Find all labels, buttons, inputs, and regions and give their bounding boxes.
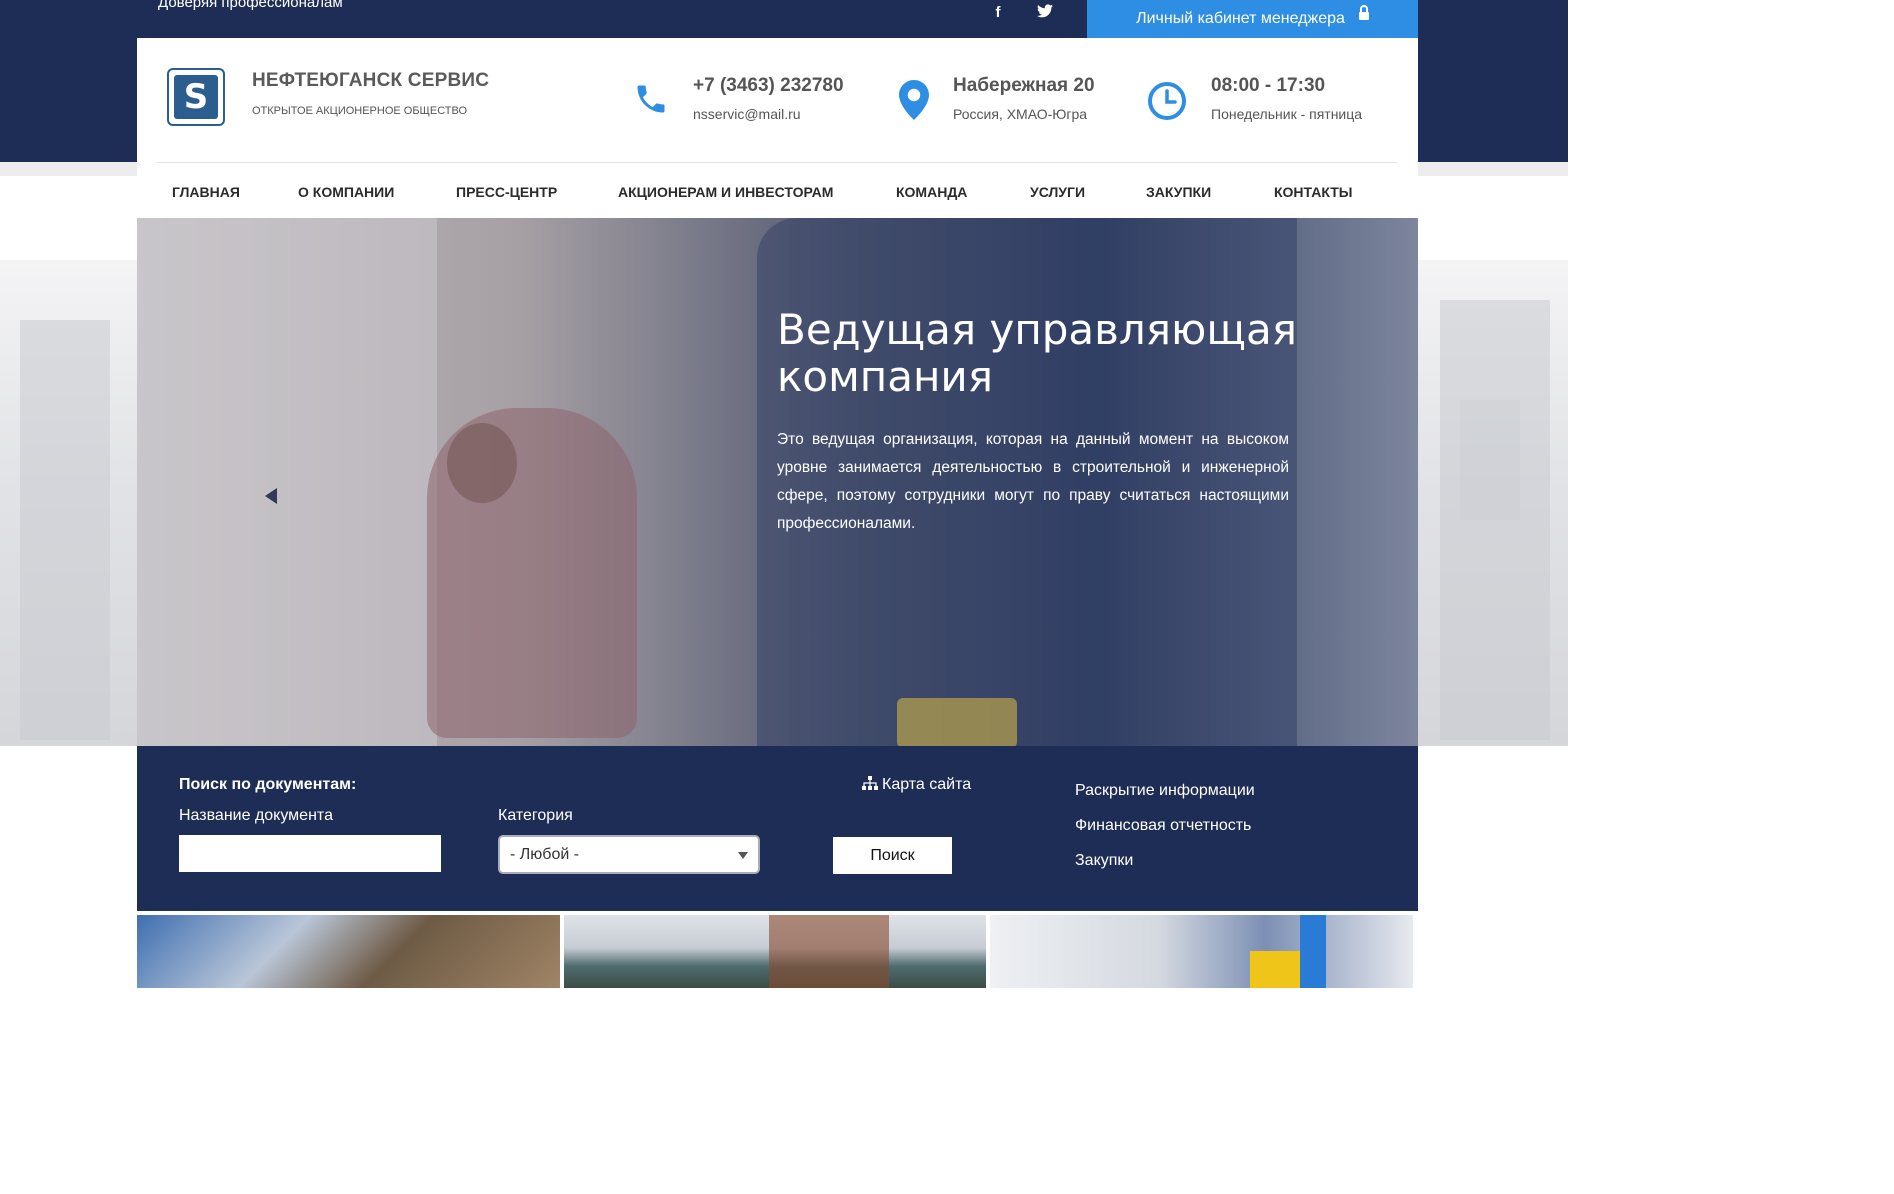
nav-shareholders[interactable]: АКЦИОНЕРАМ И ИНВЕСТОРАМ xyxy=(618,184,833,200)
working-days: Понедельник - пятница xyxy=(1211,106,1363,122)
logo-letter: S xyxy=(174,75,218,119)
phone-icon xyxy=(637,85,665,113)
header-card: S НЕФТЕЮГАНСК СЕРВИС ОТКРЫТОЕ АКЦИОНЕРНО… xyxy=(137,38,1418,218)
category-label: Категория xyxy=(498,807,573,824)
email-address[interactable]: nsservic@mail.ru xyxy=(693,106,801,122)
document-name-label: Название документа xyxy=(179,807,333,824)
clock-icon xyxy=(1148,82,1186,120)
twitter-icon[interactable] xyxy=(1035,4,1055,22)
service-thumbnail-1[interactable] xyxy=(137,915,560,988)
facebook-icon[interactable]: f xyxy=(988,4,1008,21)
procurement-link[interactable]: Закупки xyxy=(1075,852,1133,870)
company-subtitle: ОТКРЫТОЕ АКЦИОНЕРНОЕ ОБЩЕСТВО xyxy=(252,105,468,117)
company-name: НЕФТЕЮГАНСК СЕРВИС xyxy=(252,70,490,91)
document-search-panel: Поиск по документам: Название документа … xyxy=(137,746,1418,911)
lock-icon xyxy=(1358,5,1369,23)
sitemap-label: Карта сайта xyxy=(882,776,972,793)
manager-cabinet-label: Личный кабинет менеджера xyxy=(1136,10,1345,27)
slider-prev-arrow-icon[interactable] xyxy=(265,488,277,504)
service-thumbnail-2[interactable] xyxy=(564,915,986,988)
sitemap-link[interactable]: Карта сайта xyxy=(862,776,971,794)
service-thumbnail-3[interactable] xyxy=(990,915,1413,988)
chevron-down-icon xyxy=(738,852,748,859)
company-logo[interactable]: S xyxy=(167,68,225,126)
search-button[interactable]: Поиск xyxy=(833,837,952,874)
nav-press-center[interactable]: ПРЕСС-ЦЕНТР xyxy=(456,184,557,200)
financial-reports-link[interactable]: Финансовая отчетность xyxy=(1075,817,1251,835)
nav-about[interactable]: О КОМПАНИИ xyxy=(298,184,394,200)
address-main: Набережная 20 xyxy=(953,75,1095,96)
disclosure-link[interactable]: Раскрытие информации xyxy=(1075,782,1255,800)
category-selected-value: - Любой - xyxy=(510,846,580,863)
manager-cabinet-button[interactable]: Личный кабинет менеджера xyxy=(1087,0,1418,38)
nav-team[interactable]: КОМАНДА xyxy=(896,184,967,200)
nav-home[interactable]: ГЛАВНАЯ xyxy=(172,184,240,200)
tagline: Доверяя профессионалам xyxy=(158,0,343,11)
location-pin-icon xyxy=(899,80,929,120)
hero-slider: Ведущая управляющая компания Это ведущая… xyxy=(137,218,1418,746)
search-title: Поиск по документам: xyxy=(179,776,357,793)
nav-services[interactable]: УСЛУГИ xyxy=(1030,184,1085,200)
phone-number[interactable]: +7 (3463) 232780 xyxy=(693,75,844,97)
twitter-bird-icon xyxy=(1037,4,1053,18)
sitemap-icon xyxy=(862,776,878,790)
header-divider xyxy=(157,162,1397,163)
hero-text: Это ведущая организация, которая на данн… xyxy=(777,431,1289,532)
address-sub: Россия, ХМАО-Югра xyxy=(953,106,1088,122)
working-hours: 08:00 - 17:30 xyxy=(1211,75,1326,96)
nav-procurement[interactable]: ЗАКУПКИ xyxy=(1146,184,1211,200)
hero-title: Ведущая управляющая компания xyxy=(777,305,1297,401)
category-select[interactable]: - Любой - xyxy=(498,835,760,874)
document-name-input[interactable] xyxy=(179,835,441,872)
nav-contacts[interactable]: КОНТАКТЫ xyxy=(1274,184,1352,200)
